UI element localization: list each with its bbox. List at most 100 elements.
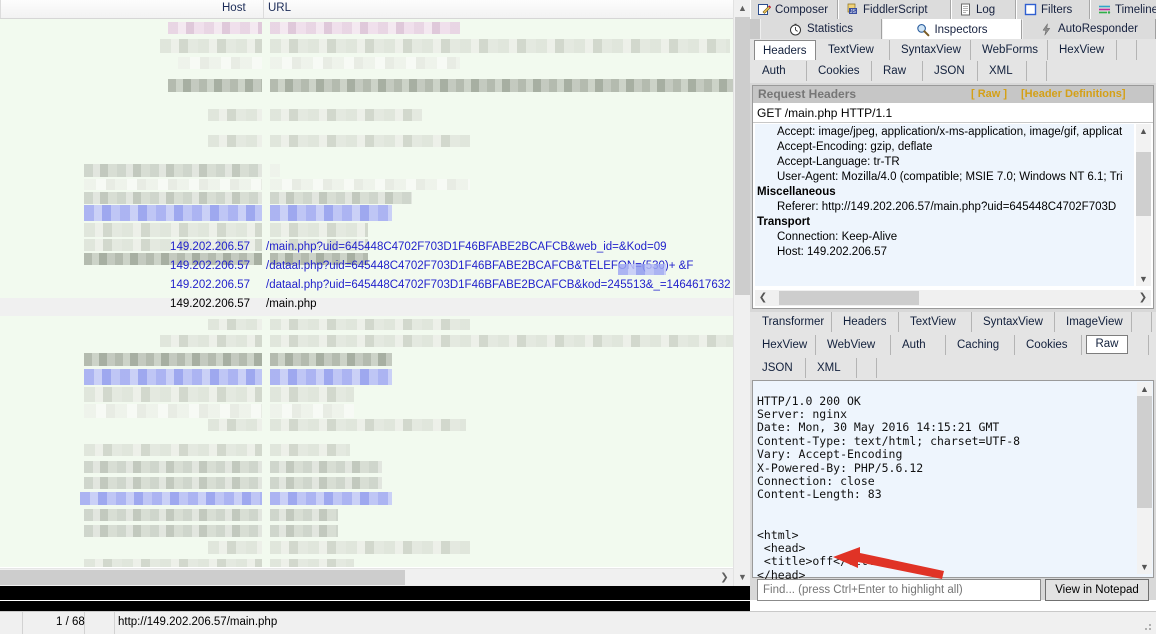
request-tab-webforms[interactable]: WebForms [974,40,1048,60]
scroll-up-icon[interactable]: ▲ [734,0,750,17]
scrollbar-thumb[interactable] [1137,396,1152,508]
response-tab-raw[interactable]: Raw [1086,335,1128,354]
response-tab-xml[interactable]: XML [809,358,857,378]
request-tab-auth[interactable]: Auth [754,61,807,81]
request-tab-cookies[interactable]: Cookies [810,61,872,81]
redacted-row [84,179,262,190]
request-tab-hexview[interactable]: HexView [1051,40,1117,60]
redacted-row-highlighted [270,369,392,385]
redacted-row [84,192,262,204]
redacted-row-highlighted [270,205,392,221]
tab-timeline[interactable]: Timeline [1090,0,1156,19]
inspectors-panel: Composer JS FiddlerScript Log Filters Ti… [750,0,1156,600]
redacted-row [208,135,262,147]
tab-log[interactable]: Log [951,0,1016,19]
session-host: 149.202.206.57 [170,279,250,291]
redacted-row [84,477,262,489]
redacted-row [160,39,262,53]
sessions-list[interactable]: 149.202.206.57 /main.php?uid=645448C4702… [0,19,733,567]
request-tabs-row-2: Auth Cookies Raw JSON XML [750,61,1156,83]
redacted-row [84,559,262,567]
session-row-selected[interactable]: 149.202.206.57 /main.php [0,298,733,316]
redacted-row [84,461,262,473]
scrollbar-thumb[interactable] [0,570,405,585]
request-tab-raw[interactable]: Raw [875,61,923,81]
request-tab-headers[interactable]: Headers [754,40,816,60]
scroll-up-icon[interactable]: ▲ [1137,382,1152,396]
redacted-row [270,404,354,418]
response-tabs-row-1: Transformer Headers TextView SyntaxView … [750,312,1156,334]
request-tab-syntaxview[interactable]: SyntaxView [893,40,971,60]
scrollbar-thumb[interactable] [1136,152,1151,216]
tab-autoresponder[interactable]: AutoResponder [1022,19,1156,39]
response-tab-hexview[interactable]: HexView [754,335,816,355]
scroll-up-icon[interactable]: ▲ [1136,124,1151,138]
session-row[interactable]: 149.202.206.57 /dataal.php?uid=645448C47… [0,279,733,297]
header-list-vertical-scrollbar[interactable]: ▲ ▼ [1136,124,1151,286]
session-row[interactable]: 149.202.206.57 /main.php?uid=645448C4702… [0,241,733,259]
tab-statistics[interactable]: Statistics [760,19,882,39]
request-tab-xml[interactable]: XML [981,61,1027,81]
scroll-down-icon[interactable]: ▼ [734,569,750,586]
header-item: Connection: Keep-Alive [777,231,898,243]
response-tab-headers[interactable]: Headers [835,312,899,332]
response-tab-webview[interactable]: WebView [819,335,891,355]
scroll-right-icon[interactable]: ❯ [716,569,733,586]
sessions-horizontal-scrollbar[interactable]: ❯ [0,568,733,586]
response-tab-syntaxview[interactable]: SyntaxView [975,312,1055,332]
view-in-notepad-button[interactable]: View in Notepad [1045,579,1149,601]
response-tabs-row-3: JSON XML [750,358,1156,380]
header-definitions-link[interactable]: [Header Definitions] [1021,88,1126,100]
request-line-box[interactable]: GET /main.php HTTP/1.1 [753,104,1153,123]
scroll-left-icon[interactable]: ❮ [755,290,771,306]
tab-filters[interactable]: Filters [1016,0,1090,19]
resize-grip-icon[interactable] [1141,620,1153,632]
response-tab-auth[interactable]: Auth [894,335,946,355]
request-tabs-end [1120,40,1137,60]
find-input[interactable] [757,579,1041,601]
redacted-row-highlighted [270,492,392,505]
scrollbar-thumb[interactable] [779,291,919,305]
request-tab-textview[interactable]: TextView [820,40,890,60]
scrollbar-thumb[interactable] [735,17,750,295]
sessions-vertical-scrollbar[interactable]: ▲ ▼ [733,0,750,586]
response-tab-imageview[interactable]: ImageView [1058,312,1132,332]
response-tab-textview[interactable]: TextView [902,312,972,332]
request-tab-json[interactable]: JSON [926,61,978,81]
scroll-down-icon[interactable]: ▼ [1137,560,1152,574]
scroll-down-icon[interactable]: ▼ [1136,272,1151,286]
response-tab-transformer[interactable]: Transformer [754,312,832,332]
response-tab-json[interactable]: JSON [754,358,806,378]
redacted-row [270,541,470,554]
request-header-list[interactable]: Accept: image/jpeg, application/x-ms-app… [755,124,1134,286]
column-header-host[interactable]: Host [222,2,246,14]
header-group-miscellaneous: Miscellaneous [757,186,836,198]
column-header-url[interactable]: URL [268,2,291,14]
session-url: /dataal.php?uid=645448C4702F703D1F46BFAB… [266,279,731,291]
tab-composer[interactable]: Composer [750,0,838,19]
tab-inspectors-label: Inspectors [934,23,988,36]
redacted-row [270,179,470,190]
tab-inspectors[interactable]: Inspectors [882,19,1022,39]
status-url: http://149.202.206.57/main.php [118,616,278,628]
redacted-row [270,559,354,567]
tab-filters-label: Filters [1041,3,1073,16]
scroll-right-icon[interactable]: ❯ [1135,290,1151,306]
raw-link[interactable]: [ Raw ] [971,88,1007,100]
tab-fiddlerscript[interactable]: JS FiddlerScript [838,0,951,19]
response-tab-cookies[interactable]: Cookies [1018,335,1082,355]
response-vertical-scrollbar[interactable]: ▲ ▼ [1137,382,1152,574]
response-raw-panel[interactable]: HTTP/1.0 200 OK Server: nginx Date: Mon,… [752,380,1154,595]
redacted-row [208,419,262,431]
redacted-row [84,223,262,237]
header-item: Accept: image/jpeg, application/x-ms-app… [777,126,1123,138]
header-list-horizontal-scrollbar[interactable]: ❮ ❯ [755,290,1151,306]
tab-autoresponder-label: AutoResponder [1058,23,1138,35]
redacted-phone [618,264,666,275]
redacted-row [84,353,262,366]
request-headers-panel: Request Headers [ Raw ] [Header Definiti… [752,85,1154,309]
session-url: /main.php [266,298,317,310]
status-bar: 1 / 68 http://149.202.206.57/main.php [0,611,1156,634]
response-tab-caching[interactable]: Caching [949,335,1015,355]
black-filler [0,586,750,600]
